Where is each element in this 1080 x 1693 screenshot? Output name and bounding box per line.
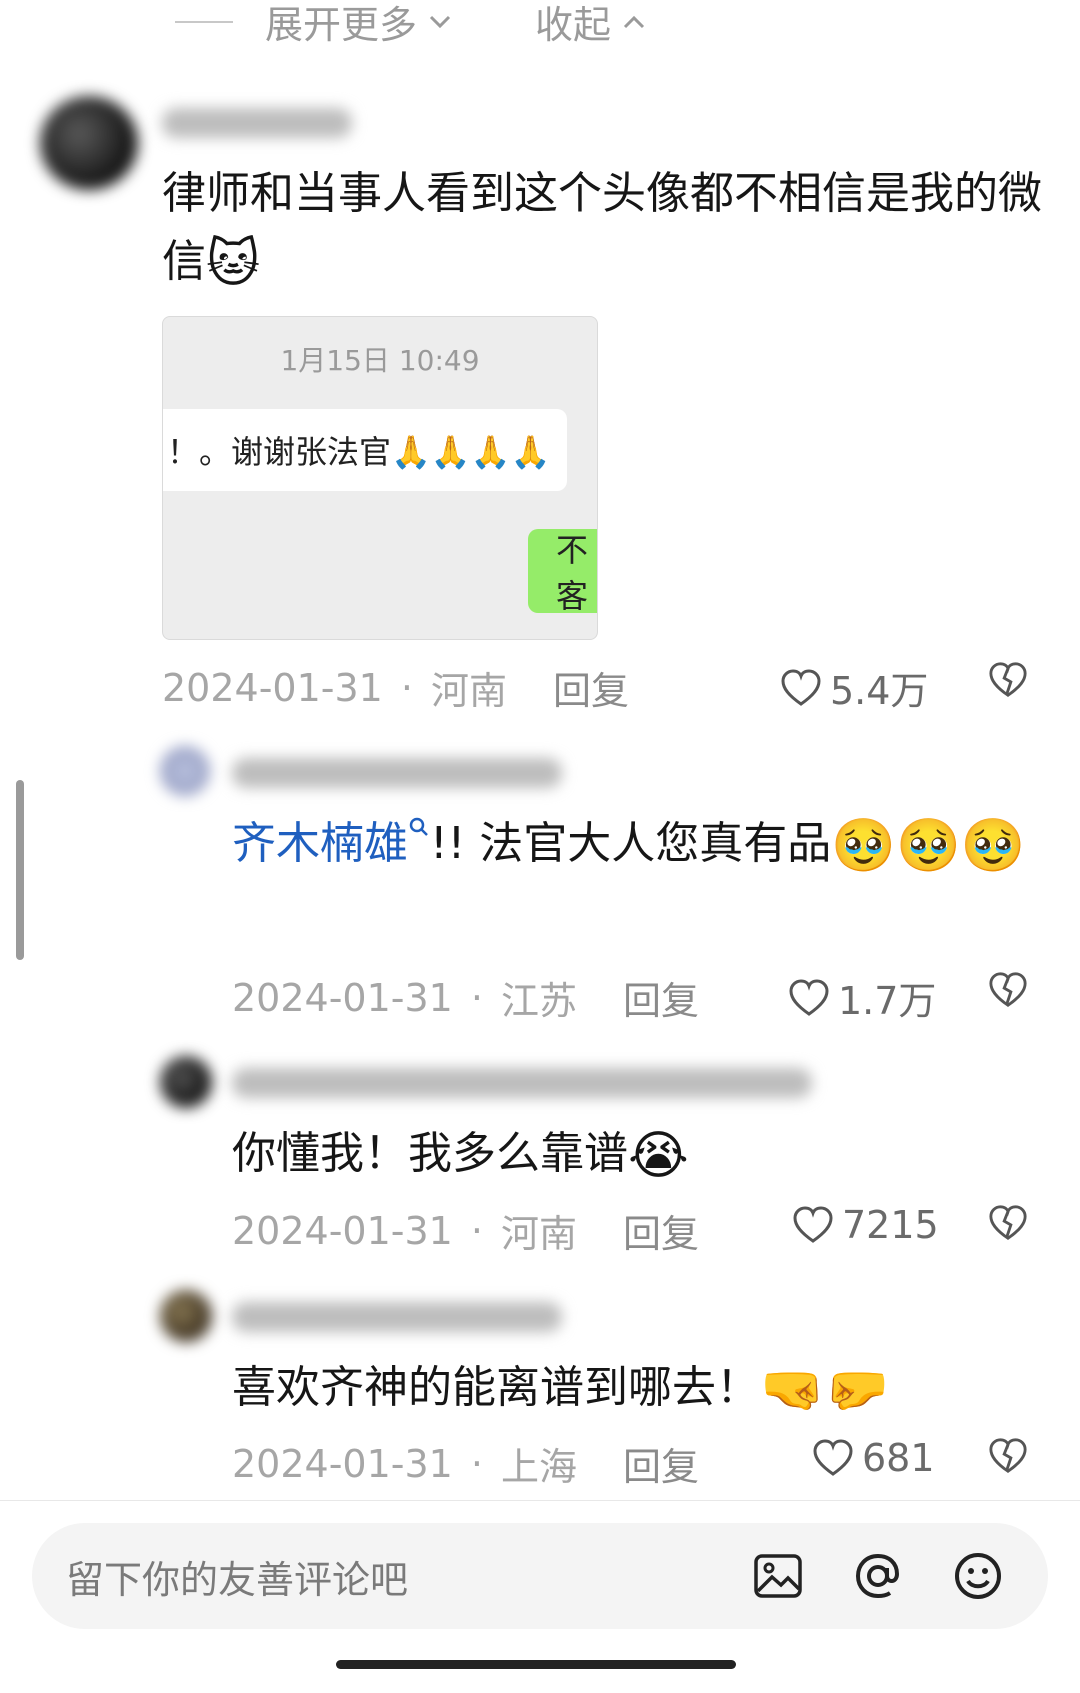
meta-separator: · — [470, 1208, 483, 1253]
like-count: 5.4万 — [830, 669, 929, 713]
smiley-icon — [955, 1553, 1001, 1599]
comment-location: 河南 — [500, 1212, 577, 1256]
image-button[interactable] — [728, 1553, 828, 1599]
comment-date: 2024-01-31 — [162, 665, 383, 710]
comment-input-placeholder: 留下你的友善评论吧 — [66, 1557, 409, 1602]
avatar[interactable] — [160, 746, 210, 796]
comment-location: 河南 — [430, 669, 507, 713]
emoji-button[interactable] — [928, 1550, 1028, 1602]
like-button[interactable]: 5.4万 — [780, 660, 928, 715]
meta-separator: · — [400, 665, 413, 710]
comment-body: !! 法官大人您真有品 — [430, 818, 832, 869]
comment-meta: 2024-01-31 · 上海 回复 — [232, 1436, 699, 1491]
mention-link[interactable]: 齐木楠雄 — [232, 818, 408, 869]
meta-separator: · — [470, 975, 483, 1020]
heart-icon — [781, 668, 821, 706]
dislike-button[interactable] — [988, 970, 1028, 1010]
expand-more-button[interactable]: 展开更多 — [175, 0, 455, 49]
like-count: 7215 — [842, 1203, 939, 1247]
avatar[interactable] — [160, 1290, 212, 1342]
reply-button[interactable]: 回复 — [623, 970, 699, 1025]
divider-line — [175, 20, 233, 23]
heart-icon — [813, 1439, 853, 1476]
chat-timestamp: 1月15日 10:49 — [280, 344, 480, 377]
avatar[interactable] — [40, 96, 138, 190]
like-count: 1.7万 — [838, 979, 937, 1023]
comment-meta: 2024-01-31 · 河南 回复 — [162, 660, 629, 715]
broken-heart-icon — [989, 662, 1027, 697]
like-button[interactable]: 7215 — [792, 1203, 939, 1247]
heart-icon — [793, 1206, 833, 1243]
chat-screenshot-image[interactable]: 1月15日 10:49 ！。谢谢张法官🙏🙏🙏🙏 不客 — [162, 316, 598, 640]
scroll-indicator[interactable] — [16, 780, 24, 960]
mention-button[interactable] — [828, 1550, 928, 1602]
username-blurred[interactable] — [232, 1068, 812, 1098]
comment-input[interactable]: 留下你的友善评论吧 — [32, 1523, 1048, 1629]
dislike-button[interactable] — [988, 1436, 1028, 1476]
chat-bubble-sent: 不客 — [528, 529, 597, 615]
comment-meta: 2024-01-31 · 江苏 回复 — [232, 970, 699, 1025]
collapse-label: 收起 — [535, 3, 612, 47]
chevron-down-icon — [429, 15, 451, 28]
reply-button[interactable]: 回复 — [623, 1203, 699, 1258]
comment-location: 江苏 — [500, 979, 577, 1023]
meta-separator: · — [470, 1441, 483, 1486]
collapse-button[interactable]: 收起 — [535, 0, 649, 49]
image-icon — [754, 1554, 802, 1598]
like-button[interactable]: 1.7万 — [788, 970, 936, 1025]
chevron-up-icon — [623, 15, 645, 28]
comment-meta: 2024-01-31 · 河南 回复 — [232, 1203, 699, 1258]
at-icon — [855, 1553, 900, 1599]
cat-emoji: 🐱 — [206, 234, 261, 294]
like-button[interactable]: 681 — [812, 1436, 935, 1480]
comment-date: 2024-01-31 — [232, 1208, 453, 1253]
comment-text: 齐木楠雄 !! 法官大人您真有品🥹🥹🥹 — [232, 810, 1032, 880]
fist-bump-emoji: 🤜🤛 — [760, 1360, 890, 1420]
comment-text: 你懂我！我多么靠谱😭 — [232, 1120, 1032, 1190]
comment-text: 喜欢齐神的能离谱到哪去！🤜🤛 — [232, 1354, 1032, 1424]
dislike-button[interactable] — [988, 1203, 1028, 1243]
teary-face-emoji: 🥹🥹🥹 — [831, 816, 1026, 876]
comment-date: 2024-01-31 — [232, 975, 453, 1020]
search-icon — [409, 817, 428, 836]
thread-controls: 展开更多 收起 — [0, 0, 1080, 60]
broken-heart-icon — [989, 1438, 1027, 1473]
reply-button[interactable]: 回复 — [553, 660, 629, 715]
broken-heart-icon — [989, 1205, 1027, 1240]
username-blurred[interactable] — [232, 1302, 562, 1332]
broken-heart-icon — [989, 972, 1027, 1007]
dislike-button[interactable] — [988, 660, 1028, 700]
username-blurred[interactable] — [232, 758, 562, 788]
home-indicator[interactable] — [336, 1660, 736, 1669]
like-count: 681 — [862, 1436, 935, 1480]
chat-bubble-received: ！。谢谢张法官🙏🙏🙏🙏 — [163, 409, 567, 491]
comment-body: 律师和当事人看到这个头像都不相信是我的微信 — [162, 168, 1042, 287]
crying-face-emoji: 😭 — [628, 1126, 689, 1186]
comment-text: 律师和当事人看到这个头像都不相信是我的微信🐱 — [162, 160, 1042, 298]
reply-button[interactable]: 回复 — [623, 1436, 699, 1491]
comment-location: 上海 — [500, 1445, 577, 1489]
expand-more-label: 展开更多 — [265, 3, 418, 47]
heart-icon — [789, 978, 829, 1016]
username-blurred[interactable] — [162, 108, 352, 138]
avatar[interactable] — [160, 1056, 212, 1108]
comment-body: 喜欢齐神的能离谱到哪去！ — [232, 1362, 760, 1413]
comment-date: 2024-01-31 — [232, 1441, 453, 1486]
comment-body: 你懂我！我多么靠谱 — [232, 1128, 628, 1179]
